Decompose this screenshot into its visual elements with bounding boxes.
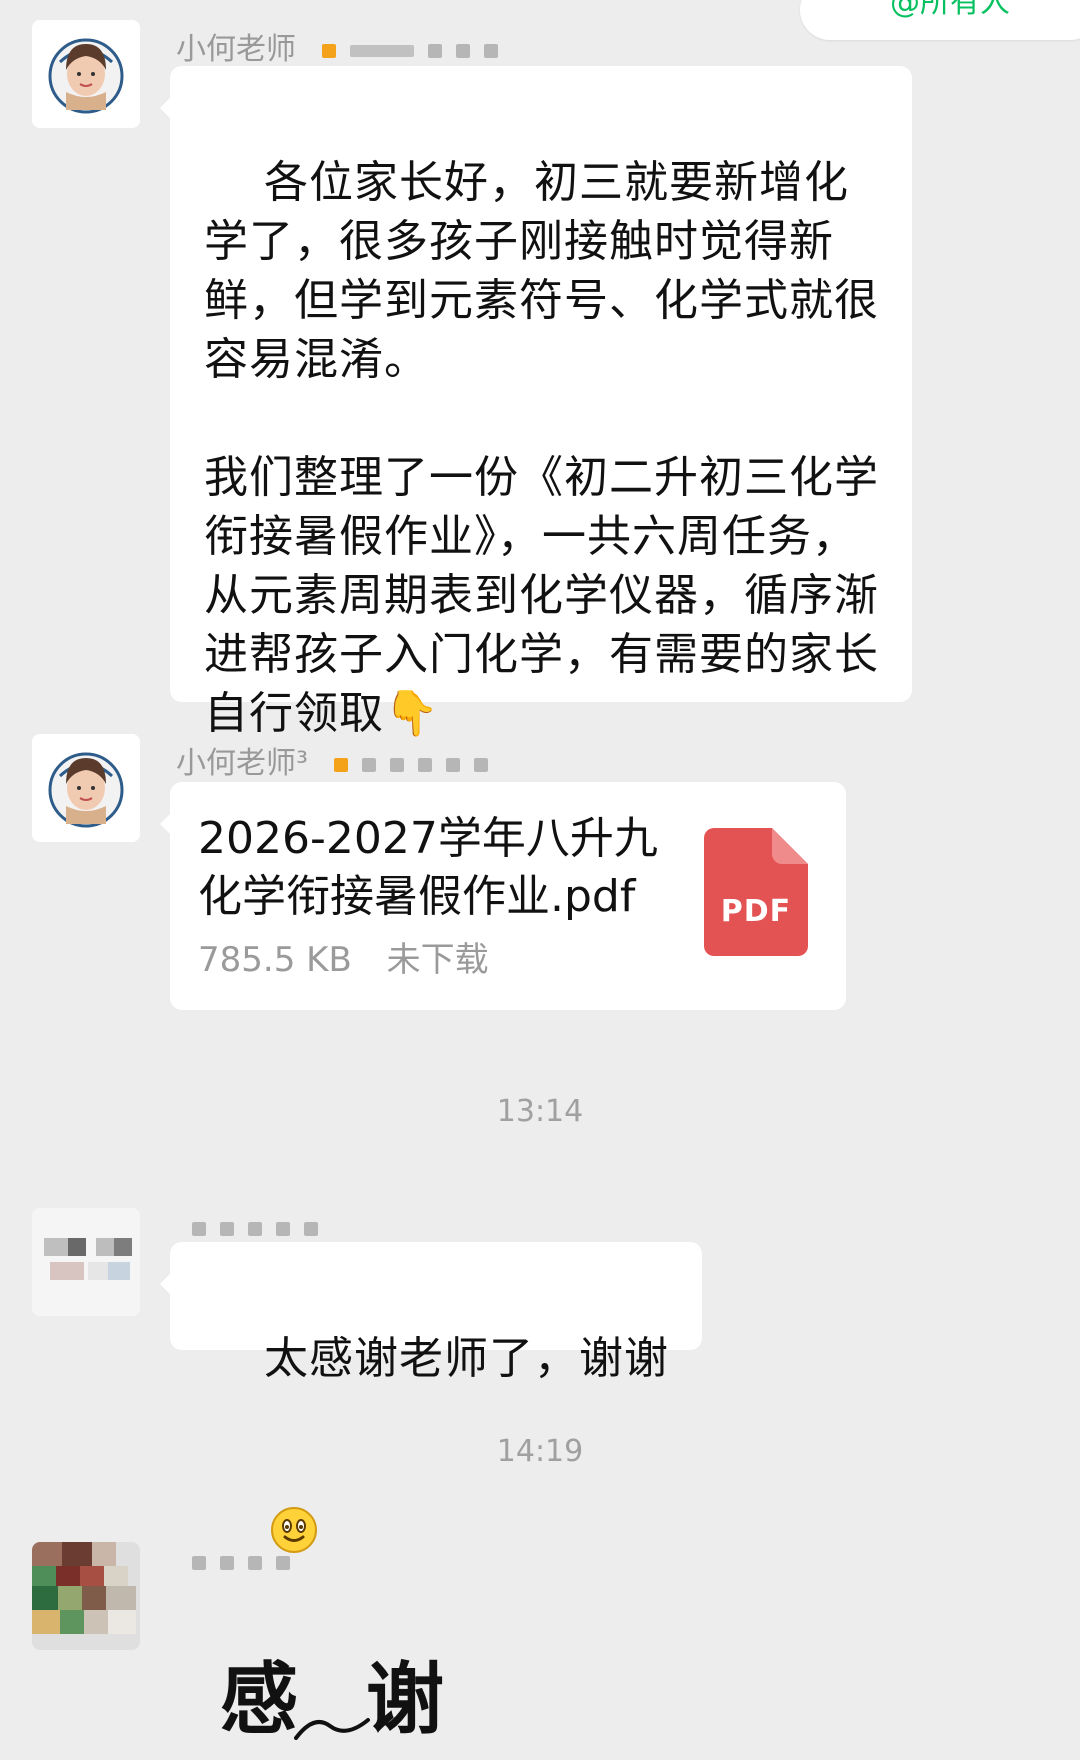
avatar[interactable]: [32, 20, 140, 128]
mention-all-badge[interactable]: @所有人: [800, 0, 1080, 40]
avatar[interactable]: [32, 1542, 140, 1650]
redacted-info: [333, 757, 488, 772]
file-message-card[interactable]: 2026-2027学年八升九化学衔接暑假作业.pdf 785.5 KB 未下载 …: [160, 782, 846, 1010]
thanks-sticker[interactable]: 感 谢: [220, 1650, 480, 1760]
file-size: 785.5 KB: [198, 940, 352, 980]
timestamp: 14:19: [496, 1434, 584, 1469]
blurred-avatar-icon: [32, 1542, 140, 1650]
blurred-avatar-icon: [32, 1208, 140, 1316]
teacher-avatar-icon: [32, 734, 140, 842]
file-meta: 785.5 KB 未下载: [198, 932, 489, 981]
redacted-info: [192, 1221, 318, 1236]
sender-name: [176, 1544, 290, 1579]
sender-name: 小何老师³: [176, 738, 488, 782]
message-bubble[interactable]: 太感谢老师了，谢谢: [160, 1242, 702, 1553]
pdf-file-icon: PDF: [704, 828, 808, 956]
message-text: 太感谢老师了，谢谢: [263, 1333, 669, 1384]
message-text: 各位家长好，初三就要新增化学了，很多孩子刚接触时觉得新鲜，但学到元素符号、化学式…: [204, 157, 879, 739]
file-name: 2026-2027学年八升九化学衔接暑假作业.pdf: [198, 813, 658, 922]
sticker-char: 感: [220, 1654, 299, 1745]
teacher-avatar-icon: [32, 20, 140, 128]
redacted-info: [321, 43, 498, 58]
sender-name: [176, 1210, 318, 1245]
sticker-char: 谢: [366, 1654, 445, 1745]
avatar[interactable]: [32, 734, 140, 842]
avatar[interactable]: [32, 1208, 140, 1316]
timestamp: 13:14: [496, 1094, 584, 1129]
download-status: 未下载: [386, 940, 489, 980]
sticker-swirl-icon: [294, 1718, 370, 1740]
smile-emoji-icon: [270, 1388, 318, 1553]
redacted-info: [192, 1555, 290, 1570]
message-bubble[interactable]: 各位家长好，初三就要新增化学了，很多孩子刚接触时觉得新鲜，但学到元素符号、化学式…: [160, 66, 912, 739]
pdf-icon-label: PDF: [720, 894, 792, 929]
sender-name: 小何老师: [176, 24, 498, 68]
